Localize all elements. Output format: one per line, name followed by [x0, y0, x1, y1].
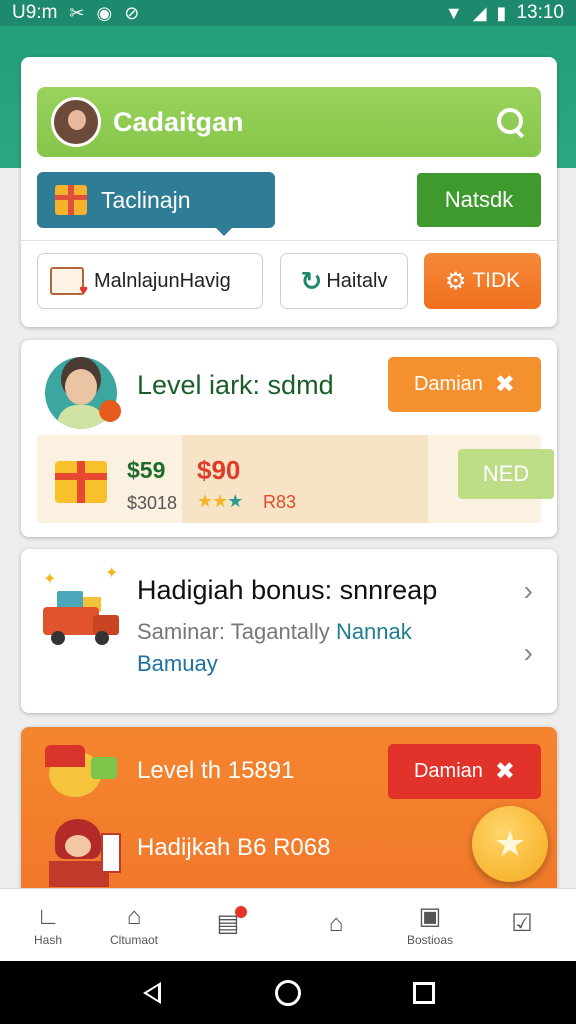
search-icon[interactable] — [495, 106, 527, 138]
recents-icon — [413, 981, 435, 1004]
rating-label: R83 — [263, 492, 297, 512]
tab-active[interactable]: Taclinajn — [37, 172, 275, 236]
level-card: Level iark: sdmd Damian ✖ $59 $3018 $90 … — [21, 340, 557, 537]
tab-active-label: Taclinajn — [101, 186, 191, 213]
bonus-subtitle-accent: Nannak — [335, 619, 412, 644]
pill-button-1[interactable]: MalnlajunHavig — [37, 253, 263, 309]
orange-fruit-icon — [99, 400, 121, 422]
price-primary: $59 — [127, 457, 166, 483]
recents-button[interactable] — [392, 961, 456, 1024]
search-label: Cadaitgan — [113, 106, 244, 137]
pill-button-2[interactable]: ↻ Haitalv — [280, 253, 408, 309]
promo-damian-button[interactable]: Damian ✖ — [388, 744, 541, 799]
wifi-icon: ▼ — [444, 3, 463, 23]
chevron-right-icon[interactable]: › — [524, 575, 533, 607]
bonus-subtitle: Saminar: Tagantally Nannak — [137, 619, 412, 645]
nav-item-home[interactable]: ⌂ — [288, 889, 384, 962]
reward-character-icon — [43, 741, 123, 811]
notification-badge — [235, 905, 248, 918]
gear-icon: ⚙ — [444, 267, 467, 295]
system-nav-bar — [0, 961, 576, 1024]
status-bar: U9:m ✂ ◉ ⊘ ▼ ◢ ▮ 13:10 — [0, 0, 576, 26]
carrier-label: U9:m — [12, 2, 58, 23]
pill-button-3[interactable]: ⚙ TIDK — [424, 253, 541, 309]
bonus-subtitle-plain: Saminar: Tagantally — [137, 619, 336, 644]
damian-button[interactable]: Damian ✖ — [388, 357, 541, 412]
edit-icon: ☑ — [511, 909, 533, 937]
price-secondary: $90 — [197, 455, 241, 485]
pill-1-label: MalnlajunHavig — [94, 269, 231, 292]
gift-box-icon — [55, 461, 107, 503]
star-icon: ★ — [493, 823, 527, 864]
damian-button-label: Damian — [413, 373, 483, 395]
tools-icon: ✂ — [69, 3, 85, 23]
nav-label: Hash — [33, 932, 62, 947]
level-title: Level iark: sdmd — [137, 370, 334, 400]
sparkle-icon: ✦ — [105, 565, 119, 582]
navigation-icon: ⊘ — [124, 3, 140, 23]
promo-damian-label: Damian — [413, 760, 483, 782]
rating-stars-icon: ★★★ — [197, 491, 243, 511]
back-icon — [143, 981, 161, 1004]
house-icon: ⌂ — [126, 902, 142, 930]
character-icon — [45, 813, 125, 893]
briefcase-icon: ▣ — [418, 902, 442, 930]
clock: 13:10 — [516, 2, 564, 23]
inbox-icon: ▤ — [217, 905, 248, 936]
bonus-link[interactable]: Bamuay — [137, 651, 218, 677]
avatar[interactable] — [51, 97, 101, 147]
battery-icon: ▮ — [496, 3, 507, 23]
bonus-title: Hadigiah bonus: snnreap — [137, 575, 438, 605]
record-icon: ◉ — [96, 3, 113, 23]
nav-item-edit[interactable]: ☑ — [474, 889, 570, 962]
price-primary-sub: $3018 — [127, 493, 178, 513]
natsdk-button[interactable]: Natsdk — [417, 173, 541, 227]
refresh-icon: ↻ — [300, 265, 323, 296]
star-fab-button[interactable]: ★ — [472, 806, 548, 882]
close-icon: ✖ — [494, 370, 516, 398]
promo-title: Level th 15891 — [137, 757, 295, 784]
chart-heart-icon — [50, 267, 88, 299]
delivery-truck-icon — [43, 587, 121, 645]
home-corner-icon: ∟ — [36, 902, 60, 930]
bottom-nav: ∟ Hash ⌂ Cltumaot ▤ ⌂ ▣ Bostioas ☑ — [0, 888, 576, 961]
reward-strip: $59 $3018 $90 ★★★ R83 NED — [37, 435, 554, 523]
promo-subtitle: Hadijkah B6 R068 — [137, 834, 331, 861]
home-circle-icon — [275, 979, 301, 1006]
chevron-right-icon[interactable]: › — [524, 637, 533, 669]
divider — [21, 240, 557, 241]
gift-icon — [55, 185, 87, 215]
pill-3-label: TIDK — [472, 269, 521, 292]
signal-icon: ◢ — [472, 3, 487, 23]
nav-item-bostioas[interactable]: ▣ Bostioas — [382, 889, 478, 962]
nav-label: Cltumaot — [109, 932, 159, 947]
nav-item-hash[interactable]: ∟ Hash — [0, 889, 96, 962]
home-button[interactable] — [256, 961, 320, 1024]
sparkle-icon: ✦ — [43, 571, 57, 588]
nav-label: Bostioas — [406, 932, 454, 947]
home-icon: ⌂ — [328, 909, 344, 937]
close-icon: ✖ — [494, 757, 516, 785]
bonus-card[interactable]: ✦ ✦ Hadigiah bonus: snnreap Saminar: Tag… — [21, 549, 557, 713]
top-panel: Cadaitgan Taclinajn Natsdk MalnlajunHavi… — [21, 57, 557, 327]
search-bar[interactable]: Cadaitgan — [37, 87, 541, 157]
pill-2-label: Haitalv — [326, 269, 388, 292]
ned-button[interactable]: NED — [458, 449, 554, 499]
nav-item-cltumaot[interactable]: ⌂ Cltumaot — [86, 889, 182, 962]
nav-item-inbox[interactable]: ▤ — [180, 889, 276, 962]
promo-card: Level th 15891 Hadijkah B6 R068 Damian ✖ — [21, 727, 557, 897]
back-button[interactable] — [120, 961, 184, 1024]
